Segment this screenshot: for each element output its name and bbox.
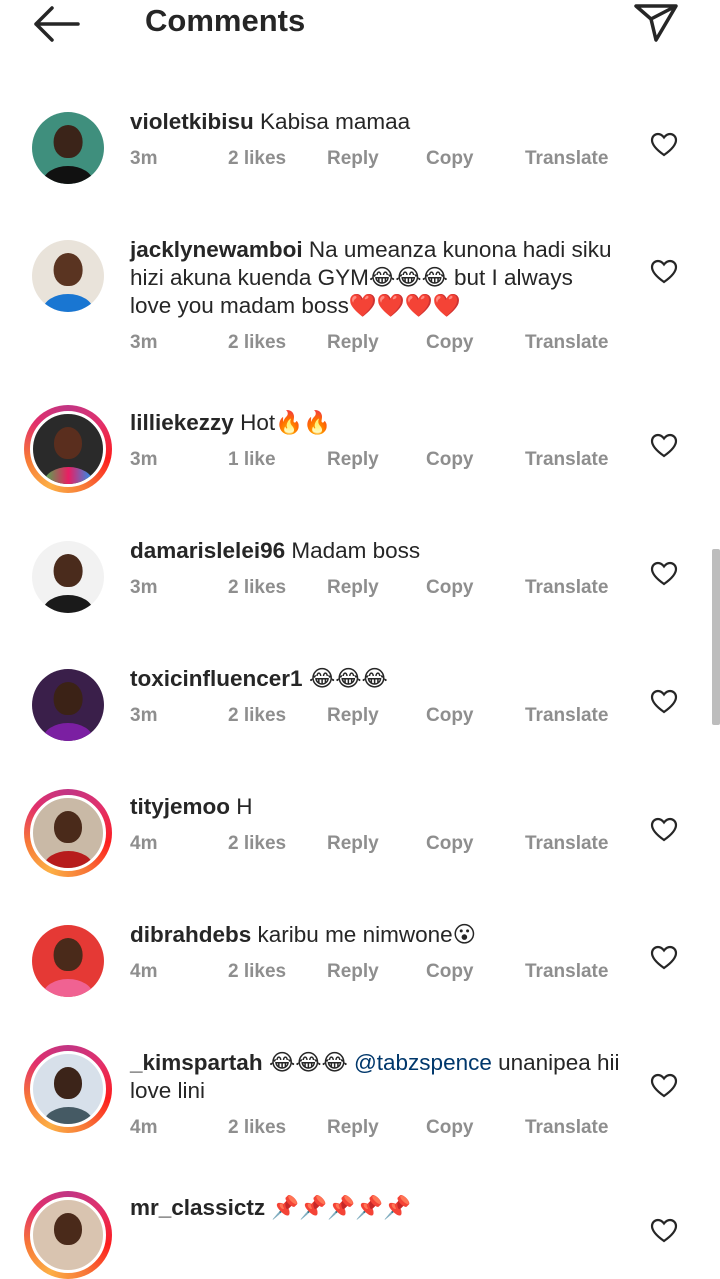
- avatar[interactable]: [24, 789, 112, 877]
- heart-outline-icon[interactable]: [650, 132, 678, 158]
- reply-button[interactable]: Reply: [327, 332, 379, 354]
- reply-button[interactable]: Reply: [327, 1117, 379, 1139]
- copy-button[interactable]: Copy: [426, 449, 474, 471]
- comment-text: 📌📌📌📌📌: [265, 1195, 412, 1220]
- translate-button[interactable]: Translate: [525, 1117, 608, 1139]
- heart-outline-icon[interactable]: [650, 689, 678, 715]
- comment-username[interactable]: violetkibisu: [130, 109, 254, 134]
- comment-text: Madam boss: [285, 538, 421, 563]
- likes-count[interactable]: 2 likes: [228, 148, 286, 170]
- comment-text: karibu me nimwone😮: [251, 922, 477, 947]
- heart-outline-icon[interactable]: [650, 433, 678, 459]
- avatar[interactable]: [24, 405, 112, 493]
- likes-count[interactable]: 2 likes: [228, 705, 286, 727]
- heart-outline-icon[interactable]: [650, 817, 678, 843]
- comment-text: Hot🔥🔥: [233, 410, 332, 435]
- copy-button[interactable]: Copy: [426, 332, 474, 354]
- avatar[interactable]: [32, 112, 104, 184]
- copy-button[interactable]: Copy: [426, 577, 474, 599]
- comment-time: 3m: [130, 148, 158, 169]
- back-arrow-icon[interactable]: [30, 4, 82, 44]
- paper-plane-icon[interactable]: [630, 0, 682, 44]
- translate-button[interactable]: Translate: [525, 833, 608, 855]
- heart-outline-icon[interactable]: [650, 1218, 678, 1244]
- comment-username[interactable]: tityjemoo: [130, 794, 230, 819]
- comment-text: 😂😂😂: [302, 666, 388, 691]
- avatar[interactable]: [32, 240, 104, 312]
- avatar[interactable]: [24, 1045, 112, 1133]
- likes-count[interactable]: 2 likes: [228, 961, 286, 983]
- heart-outline-icon[interactable]: [650, 1073, 678, 1099]
- comment-username[interactable]: toxicinfluencer1: [130, 666, 303, 691]
- translate-button[interactable]: Translate: [525, 332, 608, 354]
- comment-time: 4m: [130, 1117, 158, 1138]
- comment-time: 3m: [130, 577, 158, 598]
- copy-button[interactable]: Copy: [426, 961, 474, 983]
- reply-button[interactable]: Reply: [327, 577, 379, 599]
- header-bar: Comments: [0, 0, 720, 50]
- translate-button[interactable]: Translate: [525, 961, 608, 983]
- page-title: Comments: [145, 3, 306, 38]
- heart-outline-icon[interactable]: [650, 945, 678, 971]
- comment-time: 4m: [130, 833, 158, 854]
- comment-username[interactable]: mr_classictz: [130, 1195, 265, 1220]
- mention-link[interactable]: @tabzspence: [354, 1050, 492, 1075]
- likes-count[interactable]: 1 like: [228, 449, 276, 471]
- reply-button[interactable]: Reply: [327, 833, 379, 855]
- copy-button[interactable]: Copy: [426, 705, 474, 727]
- reply-button[interactable]: Reply: [327, 449, 379, 471]
- reply-button[interactable]: Reply: [327, 705, 379, 727]
- translate-button[interactable]: Translate: [525, 148, 608, 170]
- comment-time: 3m: [130, 449, 158, 470]
- avatar[interactable]: [32, 541, 104, 613]
- comment-text: Kabisa mamaa: [253, 109, 411, 134]
- reply-button[interactable]: Reply: [327, 961, 379, 983]
- comment-username[interactable]: dibrahdebs: [130, 922, 251, 947]
- comment-time: 4m: [130, 961, 158, 982]
- avatar[interactable]: [32, 925, 104, 997]
- translate-button[interactable]: Translate: [525, 577, 608, 599]
- likes-count[interactable]: 2 likes: [228, 833, 286, 855]
- comment-username[interactable]: damarislelei96: [130, 538, 285, 563]
- translate-button[interactable]: Translate: [525, 449, 608, 471]
- comment-text: H: [230, 794, 253, 819]
- avatar[interactable]: [32, 669, 104, 741]
- comment-text: 😂😂😂: [262, 1050, 354, 1075]
- scrollbar[interactable]: [712, 549, 720, 725]
- heart-outline-icon[interactable]: [650, 259, 678, 285]
- copy-button[interactable]: Copy: [426, 1117, 474, 1139]
- translate-button[interactable]: Translate: [525, 705, 608, 727]
- comment-time: 3m: [130, 332, 158, 353]
- comment-time: 3m: [130, 705, 158, 726]
- copy-button[interactable]: Copy: [426, 148, 474, 170]
- likes-count[interactable]: 2 likes: [228, 577, 286, 599]
- copy-button[interactable]: Copy: [426, 833, 474, 855]
- likes-count[interactable]: 2 likes: [228, 332, 286, 354]
- comment-username[interactable]: jacklynewamboi: [130, 237, 303, 262]
- avatar[interactable]: [24, 1191, 112, 1279]
- likes-count[interactable]: 2 likes: [228, 1117, 286, 1139]
- heart-outline-icon[interactable]: [650, 561, 678, 587]
- comment-username[interactable]: _kimspartah: [130, 1050, 263, 1075]
- comment-username[interactable]: lilliekezzy: [130, 410, 234, 435]
- reply-button[interactable]: Reply: [327, 148, 379, 170]
